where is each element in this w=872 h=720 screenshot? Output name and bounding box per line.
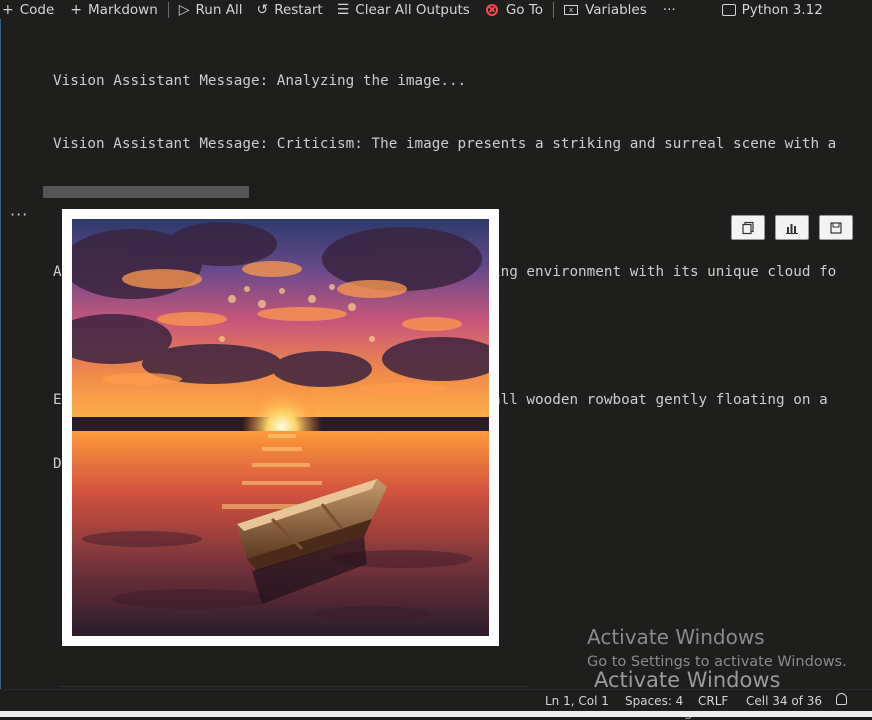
- goto-button[interactable]: Go To: [482, 0, 547, 19]
- cursor-position[interactable]: Ln 1, Col 1: [545, 694, 609, 708]
- run-all-button[interactable]: ▷ Run All: [175, 0, 247, 19]
- restart-icon: ↺: [256, 1, 269, 18]
- output-actions: [731, 215, 853, 240]
- kernel-picker[interactable]: Python 3.12: [718, 0, 827, 19]
- cell-focus-indicator: [0, 19, 1, 689]
- plus-icon: +: [70, 1, 83, 18]
- goto-icon: [485, 3, 498, 16]
- horizontal-scrollbar[interactable]: [43, 186, 249, 198]
- output-line: Vision Assistant Message: Analyzing the …: [53, 72, 467, 89]
- cell-indicator[interactable]: Cell 34 of 36: [746, 694, 822, 708]
- variables-button[interactable]: x Variables: [560, 0, 651, 19]
- add-markdown-label: Markdown: [88, 1, 158, 18]
- clear-outputs-label: Clear All Outputs: [355, 1, 470, 18]
- save-output-button[interactable]: [819, 215, 853, 240]
- generated-image: [62, 209, 499, 646]
- run-all-icon: ▷: [178, 1, 190, 18]
- notifications-bell-icon[interactable]: [836, 693, 847, 705]
- variables-icon: x: [564, 4, 579, 15]
- variables-label: Variables: [585, 1, 647, 18]
- more-actions-button[interactable]: ···: [659, 0, 680, 19]
- add-code-label: Code: [19, 1, 55, 18]
- plus-icon: +: [2, 1, 14, 18]
- restart-label: Restart: [274, 1, 323, 18]
- more-icon: ···: [662, 1, 676, 18]
- save-icon: [830, 221, 842, 234]
- restart-button[interactable]: ↺ Restart: [252, 0, 326, 19]
- open-plot-viewer-button[interactable]: [775, 215, 809, 240]
- status-bar: Ln 1, Col 1 Spaces: 4 CRLF Cell 34 of 36: [0, 689, 872, 712]
- clear-outputs-button[interactable]: ☰ Clear All Outputs: [333, 0, 474, 19]
- add-markdown-button[interactable]: + Markdown: [66, 0, 161, 19]
- output-line: Vision Assistant Message: Criticism: The…: [53, 136, 837, 153]
- copy-icon: [742, 221, 754, 234]
- taskbar-edge: [0, 711, 872, 717]
- goto-label: Go To: [505, 1, 544, 18]
- next-cell-divider: [60, 686, 530, 688]
- add-code-button[interactable]: + Code: [0, 0, 58, 19]
- toolbar-divider: [553, 1, 555, 18]
- sunset-rowboat-image: [72, 219, 489, 636]
- toolbar-divider: [167, 1, 169, 18]
- chart-icon: [786, 223, 798, 234]
- run-all-label: Run All: [195, 1, 243, 18]
- copy-output-button[interactable]: [731, 215, 765, 240]
- notebook-toolbar: + Code + Markdown ▷ Run All ↺ Restart ☰ …: [0, 0, 872, 19]
- line-ending[interactable]: CRLF: [698, 694, 728, 708]
- indentation-setting[interactable]: Spaces: 4: [625, 694, 683, 708]
- kernel-label: Python 3.12: [741, 1, 823, 18]
- kernel-icon: [721, 3, 736, 16]
- output-more-actions[interactable]: ···: [10, 205, 28, 224]
- activate-windows-title: Activate Windows: [587, 625, 765, 649]
- clear-all-icon: ☰: [336, 1, 350, 18]
